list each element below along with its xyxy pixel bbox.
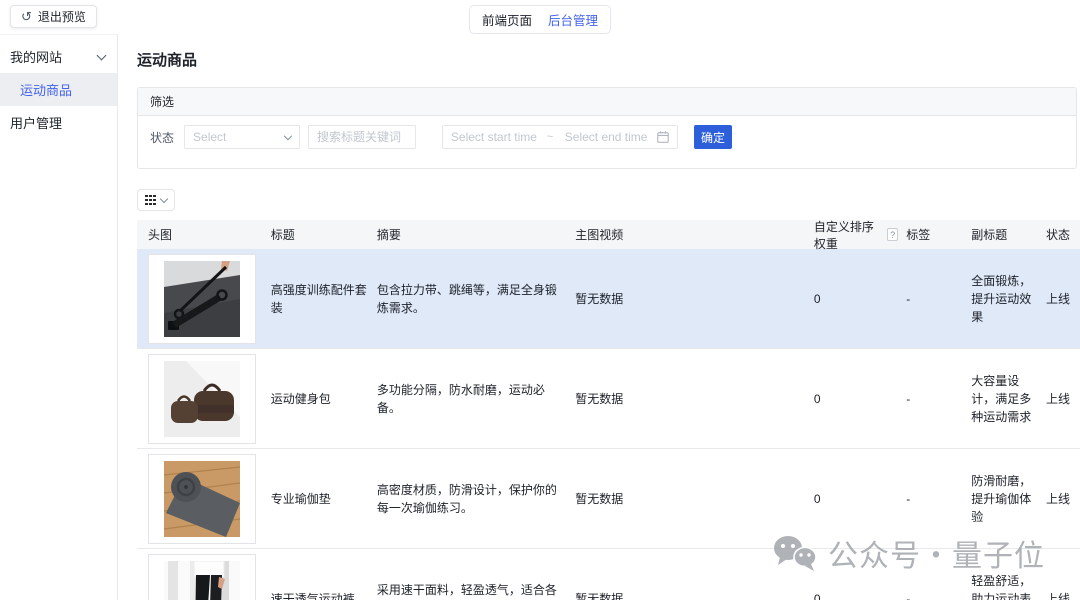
exit-preview-label: 退出预览 (38, 8, 86, 25)
watermark-text: 公众号・量子位 (828, 531, 1045, 575)
keyword-search-input[interactable] (309, 126, 415, 148)
product-title: 专业瑜伽垫 (263, 490, 369, 508)
product-subtitle: 轻盈舒适，助力运动表现 (957, 572, 1040, 600)
filter-panel: 筛选 状态 ~ (137, 87, 1077, 169)
date-range-separator: ~ (545, 131, 555, 143)
product-video: 暂无数据 (567, 390, 806, 407)
product-title: 速干透气运动裤 (263, 590, 369, 600)
product-tag: - (898, 392, 957, 406)
gym-bag-image (164, 361, 240, 437)
product-weight: 0 (806, 492, 898, 506)
filter-controls: 状态 ~ (138, 116, 1076, 168)
grid-icon (145, 195, 156, 206)
exit-preview-button[interactable]: ↺ 退出预览 (10, 5, 97, 28)
wechat-icon (772, 534, 818, 572)
undo-icon: ↺ (21, 10, 32, 23)
col-header-summary: 摘要 (369, 226, 567, 243)
view-switcher: 前端页面 后台管理 (469, 5, 611, 34)
sport-pants-image (164, 561, 240, 600)
product-summary: 多功能分隔，防水耐磨，运动必备。 (369, 381, 567, 417)
main-content: 运动商品 筛选 状态 ~ (118, 34, 1080, 600)
col-header-title: 标题 (263, 226, 369, 243)
product-thumbnail[interactable] (148, 554, 256, 600)
product-tag: - (898, 292, 957, 306)
product-subtitle: 大容量设计，满足多种运动需求 (957, 372, 1040, 426)
product-status: 上线 (1040, 590, 1080, 600)
product-status: 上线 (1040, 490, 1080, 507)
product-weight: 0 (806, 392, 898, 406)
product-video: 暂无数据 (567, 590, 806, 600)
training-straps-image (164, 261, 240, 337)
weight-header-label: 自定义排序权重 (814, 218, 883, 252)
product-status: 上线 (1040, 290, 1080, 307)
status-select[interactable] (184, 125, 300, 149)
start-time-input[interactable] (443, 126, 545, 148)
end-time-input[interactable] (555, 126, 657, 148)
date-range-picker[interactable]: ~ (442, 125, 678, 149)
status-select-input[interactable] (185, 126, 285, 148)
product-weight: 0 (806, 592, 898, 600)
product-tag: - (898, 492, 957, 506)
calendar-icon (657, 131, 669, 143)
col-header-status: 状态 (1040, 226, 1080, 243)
sidebar-item-my-site[interactable]: 我的网站 (0, 40, 117, 73)
page-title: 运动商品 (137, 49, 1080, 70)
tab-backend-admin[interactable]: 后台管理 (548, 10, 598, 29)
app-window: ↺ 退出预览 前端页面 后台管理 我的网站 运动商品 用户管理 运动商品 筛选 … (0, 0, 1080, 600)
table-row[interactable]: 运动健身包 多功能分隔，防水耐磨，运动必备。 暂无数据 0 - 大容量设计，满足… (137, 349, 1080, 449)
chevron-down-icon (284, 131, 292, 139)
yoga-mat-image (164, 461, 240, 537)
product-video: 暂无数据 (567, 290, 806, 307)
col-header-tag: 标签 (898, 226, 957, 243)
product-weight: 0 (806, 292, 898, 306)
product-summary: 包含拉力带、跳绳等，满足全身锻炼需求。 (369, 281, 567, 317)
product-thumbnail[interactable] (148, 254, 256, 344)
chevron-down-icon (97, 50, 107, 60)
product-video: 暂无数据 (567, 490, 806, 507)
col-header-subtitle: 副标题 (957, 226, 1040, 243)
product-summary: 采用速干面料，轻盈透气，适合各种运动场景。 (369, 581, 567, 600)
column-settings-button[interactable] (137, 189, 175, 211)
col-header-weight: 自定义排序权重 ? (806, 218, 898, 252)
product-thumbnail[interactable] (148, 354, 256, 444)
watermark: 公众号・量子位 (772, 531, 1045, 575)
keyword-search-field[interactable] (308, 125, 416, 149)
col-header-image: 头图 (137, 226, 263, 243)
table-row[interactable]: 高强度训练配件套装 包含拉力带、跳绳等，满足全身锻炼需求。 暂无数据 0 - 全… (137, 249, 1080, 349)
sidebar: 我的网站 运动商品 用户管理 (0, 34, 118, 600)
product-subtitle: 防滑耐磨，提升瑜伽体验 (957, 472, 1040, 526)
my-site-label: 我的网站 (10, 47, 62, 66)
top-bar: ↺ 退出预览 前端页面 后台管理 (0, 0, 1080, 34)
product-thumbnail[interactable] (148, 454, 256, 544)
filter-panel-title: 筛选 (138, 88, 1076, 116)
table-header-row: 头图 标题 摘要 主图视频 自定义排序权重 ? 标签 副标题 状态 (137, 220, 1080, 249)
status-filter-label: 状态 (150, 129, 174, 146)
col-header-video: 主图视频 (567, 226, 806, 243)
sidebar-item-sport-products[interactable]: 运动商品 (0, 73, 117, 106)
product-summary: 高密度材质，防滑设计，保护你的每一次瑜伽练习。 (369, 481, 567, 517)
product-subtitle: 全面锻炼，提升运动效果 (957, 272, 1040, 326)
product-title: 运动健身包 (263, 390, 369, 408)
product-tag: - (898, 592, 957, 600)
chevron-down-icon (160, 194, 168, 202)
help-icon[interactable]: ? (887, 228, 898, 241)
product-status: 上线 (1040, 390, 1080, 407)
confirm-button[interactable]: 确定 (694, 125, 732, 149)
product-title: 高强度训练配件套装 (263, 281, 369, 317)
sidebar-item-user-management[interactable]: 用户管理 (0, 106, 117, 139)
tab-frontend-page[interactable]: 前端页面 (482, 10, 532, 29)
